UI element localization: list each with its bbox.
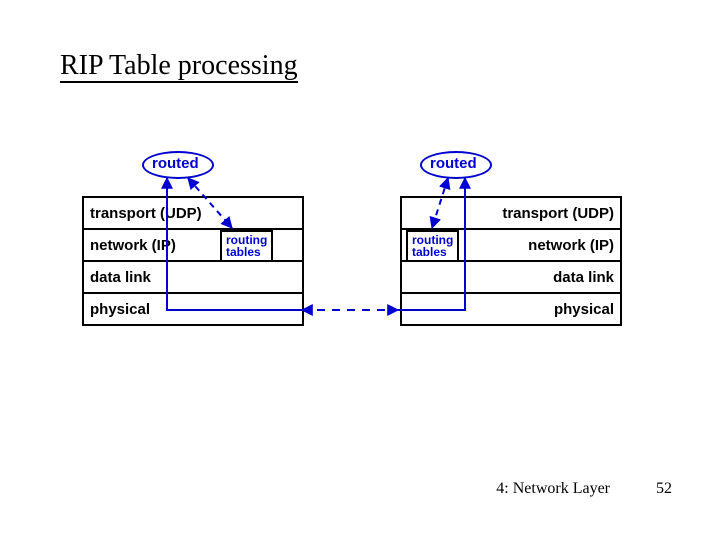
arrow-routed-to-tables-right: [432, 178, 448, 228]
footer-chapter: 4: Network Layer: [496, 480, 610, 498]
path-down-left: [167, 178, 302, 310]
arrow-routed-to-tables-left: [188, 178, 232, 228]
path-down-right: [398, 178, 465, 310]
slide: RIP Table processing transport (UDP) net…: [0, 0, 720, 540]
connectors: [0, 0, 720, 540]
footer-page-number: 52: [656, 480, 672, 498]
